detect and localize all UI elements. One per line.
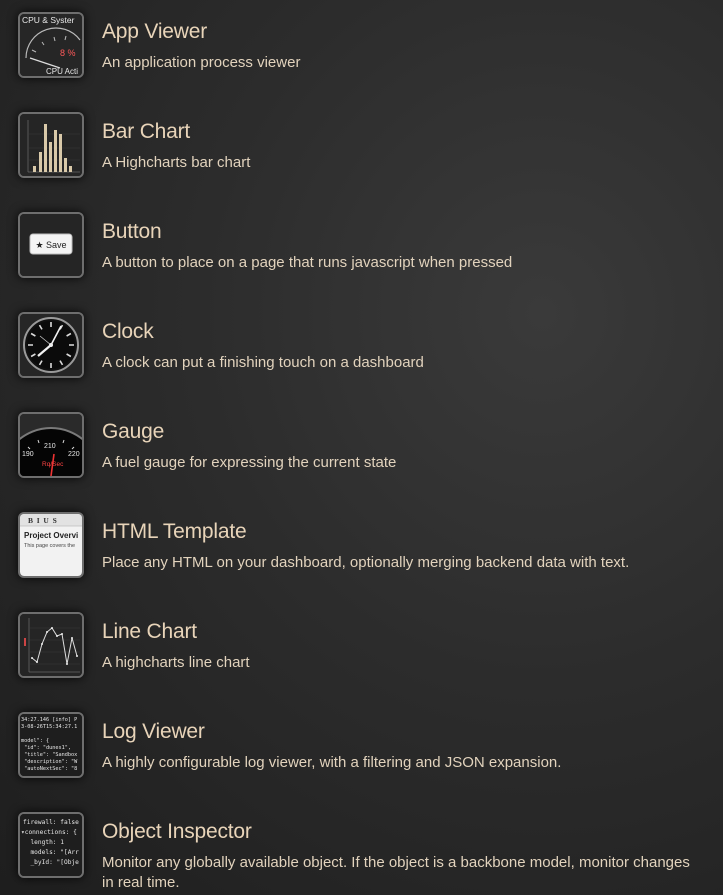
- widget-item-bar-chart[interactable]: Bar Chart A Highcharts bar chart: [0, 100, 723, 180]
- log-line: "title": "Sandbox: [21, 752, 77, 758]
- widget-title: Log Viewer: [102, 720, 205, 743]
- thumb-tick-right: 220: [68, 451, 80, 458]
- widget-title: App Viewer: [102, 20, 208, 43]
- widget-item-line-chart[interactable]: Line Chart A highcharts line chart: [0, 600, 723, 680]
- gauge-icon: 190 210 220 Rq/Sec: [18, 412, 84, 478]
- widget-description: A fuel gauge for expressing the current …: [102, 454, 397, 471]
- button-icon: ★ Save: [18, 212, 84, 278]
- thumb-toolbar: B I U S: [28, 516, 57, 525]
- html-template-icon: B I U S Project Overvi This page covers …: [18, 512, 84, 578]
- log-line: "id": "dunes1",: [21, 745, 71, 751]
- widget-item-html-template[interactable]: B I U S Project Overvi This page covers …: [0, 500, 723, 580]
- thumb-top-label: CPU & Syster: [22, 15, 75, 25]
- widget-item-log-viewer[interactable]: 34:27.146 [info] P 3-08-26T15:34:27.1 mo…: [0, 700, 723, 780]
- widget-description: An application process viewer: [102, 54, 301, 71]
- log-viewer-icon: 34:27.146 [info] P 3-08-26T15:34:27.1 mo…: [18, 712, 84, 778]
- widget-item-clock[interactable]: Clock A clock can put a finishing touch …: [0, 300, 723, 380]
- thumb-body: This page covers the: [24, 543, 75, 549]
- widget-item-gauge[interactable]: 190 210 220 Rq/Sec Gauge A fuel gauge fo…: [0, 400, 723, 480]
- inspector-line: models: "[Arr: [23, 849, 79, 856]
- widget-item-button[interactable]: ★ Save Button A button to place on a pag…: [0, 200, 723, 280]
- widget-title: Object Inspector: [102, 820, 252, 843]
- app-viewer-gauge-icon: CPU & Syster 8 % CPU Acti: [18, 12, 84, 78]
- thumb-unit: Rq/Sec: [42, 461, 64, 468]
- thumb-bottom-label: CPU Acti: [46, 67, 78, 76]
- widget-description: A Highcharts bar chart: [102, 154, 251, 171]
- widget-description: A clock can put a finishing touch on a d…: [102, 354, 424, 371]
- widget-item-object-inspector[interactable]: firewall: false ▾connections: { length: …: [0, 800, 723, 891]
- widget-description: Place any HTML on your dashboard, option…: [102, 554, 630, 571]
- log-line: "description": "W: [21, 759, 78, 765]
- thumb-tick-left: 190: [22, 451, 34, 458]
- widget-description: Monitor any globally available object. I…: [102, 854, 690, 891]
- log-line: 3-08-26T15:34:27.1: [21, 724, 77, 730]
- clock-icon: [18, 312, 84, 378]
- thumb-button-label: ★ Save: [35, 240, 66, 250]
- line-chart-icon: [18, 612, 84, 678]
- thumb-heading: Project Overvi: [24, 531, 78, 540]
- widget-title: Gauge: [102, 420, 165, 443]
- log-line: model": {: [21, 738, 49, 744]
- inspector-line: firewall: false: [23, 819, 79, 826]
- widget-description: A button to place on a page that runs ja…: [102, 254, 513, 271]
- thumb-value-label: 8 %: [60, 48, 76, 58]
- widget-description: A highly configurable log viewer, with a…: [102, 754, 562, 771]
- inspector-line: length: 1: [23, 839, 64, 846]
- object-inspector-icon: firewall: false ▾connections: { length: …: [18, 812, 84, 878]
- widget-item-app-viewer[interactable]: CPU & Syster 8 % CPU Acti App Viewer An …: [0, 0, 723, 80]
- log-line: 34:27.146 [info] P: [21, 717, 77, 723]
- widget-title: Clock: [102, 320, 154, 343]
- widget-title: Line Chart: [102, 620, 197, 643]
- widget-title: Button: [102, 220, 162, 243]
- widget-title: Bar Chart: [102, 120, 191, 143]
- log-line: "autoNextSec": "8: [21, 766, 77, 772]
- thumb-tick-mid: 210: [44, 443, 56, 450]
- bar-chart-icon: [18, 112, 84, 178]
- inspector-line: _byId: "[Obje: [23, 859, 79, 866]
- inspector-line: ▾connections: {: [21, 829, 77, 836]
- widget-title: HTML Template: [102, 520, 247, 543]
- widget-description: A highcharts line chart: [102, 654, 250, 671]
